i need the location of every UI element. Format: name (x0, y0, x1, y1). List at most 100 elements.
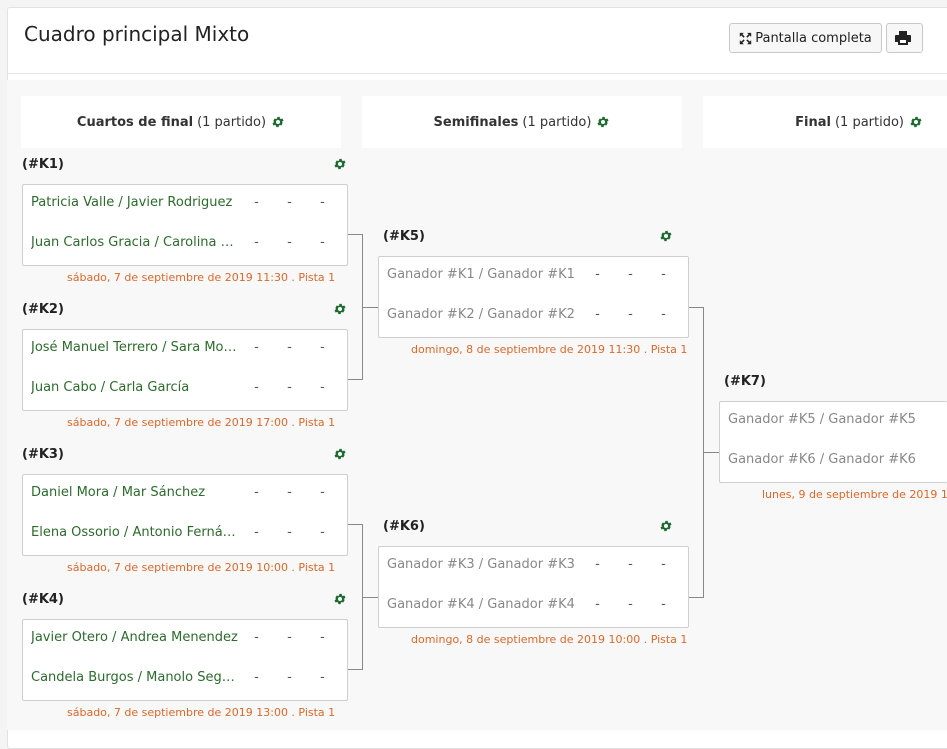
match-date: domingo, 8 de septiembre de 2019 10:00 .… (411, 633, 688, 646)
team-row: Ganador #K1 / Ganador #K1 - - - (387, 264, 680, 284)
match-box-k7[interactable]: Ganador #K5 / Ganador #K5 Ganador #K6 / … (719, 401, 947, 483)
round-header-final: Final (1 partido) (703, 96, 947, 148)
team-names: Ganador #K5 / Ganador #K5 (728, 411, 916, 427)
round-name: Semifinales (433, 114, 519, 130)
set-score: - (320, 339, 325, 355)
gear-icon[interactable] (659, 229, 673, 243)
team-names: Juan Carlos Gracia / Carolina Al... (31, 234, 240, 250)
team-row: Candela Burgos / Manolo Segu... - - - (31, 667, 339, 687)
gear-icon[interactable] (333, 157, 347, 171)
team-names: Patricia Valle / Javier Rodriguez (31, 194, 233, 210)
gear-icon[interactable] (659, 519, 673, 533)
set-score: - (254, 524, 259, 540)
gear-icon[interactable] (333, 447, 347, 461)
team-row: Ganador #K3 / Ganador #K3 - - - (387, 554, 680, 574)
set-score: - (661, 266, 666, 282)
match-box-k4[interactable]: Javier Otero / Andrea Menendez - - - Can… (22, 619, 348, 701)
set-score: - (287, 379, 292, 395)
team-row: Daniel Mora / Mar Sánchez - - - (31, 482, 339, 502)
card-header: Cuadro principal Mixto Pantalla completa (8, 8, 947, 74)
match-box-k6[interactable]: Ganador #K3 / Ganador #K3 - - - Ganador … (378, 546, 689, 628)
gear-icon[interactable] (333, 592, 347, 606)
print-button[interactable] (886, 23, 923, 53)
team-row: Patricia Valle / Javier Rodriguez - - - (31, 192, 339, 212)
match-date: lunes, 9 de septiembre de 2019 10: (762, 488, 947, 501)
match-label: (#K1) (22, 157, 64, 172)
match-date: sábado, 7 de septiembre de 2019 11:30 . … (67, 271, 336, 284)
set-score: - (254, 629, 259, 645)
set-score: - (320, 629, 325, 645)
match-date: sábado, 7 de septiembre de 2019 10:00 . … (67, 561, 336, 574)
team-names: Ganador #K1 / Ganador #K1 (387, 266, 575, 282)
set-score: - (254, 194, 259, 210)
team-names: José Manuel Terrero / Sara More... (31, 339, 240, 355)
team-names: Ganador #K2 / Ganador #K2 (387, 306, 575, 322)
page-title: Cuadro principal Mixto (24, 22, 250, 46)
set-score: - (628, 596, 633, 612)
set-score: - (320, 379, 325, 395)
match-box-k3[interactable]: Daniel Mora / Mar Sánchez - - - Elena Os… (22, 474, 348, 556)
set-score: - (661, 306, 666, 322)
match-label: (#K3) (22, 447, 64, 462)
team-row: José Manuel Terrero / Sara More... - - - (31, 337, 339, 357)
connector-line (703, 452, 719, 453)
fullscreen-button[interactable]: Pantalla completa (729, 23, 882, 53)
round-name: Cuartos de final (76, 114, 194, 130)
team-names: Juan Cabo / Carla García (31, 379, 190, 395)
team-row: Juan Cabo / Carla García - - - (31, 377, 339, 397)
team-names: Elena Ossorio / Antonio Fernán... (31, 524, 240, 540)
match-label: (#K6) (383, 519, 425, 534)
set-score: - (320, 194, 325, 210)
set-score: - (595, 306, 600, 322)
set-score: - (254, 484, 259, 500)
set-score: - (628, 306, 633, 322)
set-score: - (287, 194, 292, 210)
connector-line (347, 669, 363, 670)
set-score: - (287, 484, 292, 500)
match-label: (#K4) (22, 592, 64, 607)
match-date: sábado, 7 de septiembre de 2019 17:00 . … (67, 416, 336, 429)
round-header-semifinals: Semifinales (1 partido) (362, 96, 682, 148)
round-count: (1 partido) (197, 114, 267, 130)
connector-line (688, 597, 704, 598)
match-date: domingo, 8 de septiembre de 2019 11:30 .… (411, 343, 688, 356)
set-score: - (287, 234, 292, 250)
match-date: sábado, 7 de septiembre de 2019 13:00 . … (67, 706, 336, 719)
match-box-k1[interactable]: Patricia Valle / Javier Rodriguez - - - … (22, 184, 348, 266)
gear-icon[interactable] (271, 115, 285, 129)
set-score: - (287, 669, 292, 685)
team-row: Ganador #K4 / Ganador #K4 - - - (387, 594, 680, 614)
set-score: - (595, 266, 600, 282)
fullscreen-label: Pantalla completa (755, 30, 872, 46)
set-score: - (595, 556, 600, 572)
gear-icon[interactable] (596, 115, 610, 129)
team-row: Juan Carlos Gracia / Carolina Al... - - … (31, 232, 339, 252)
connector-line (347, 379, 363, 380)
set-score: - (287, 524, 292, 540)
connector-line (347, 524, 363, 525)
set-score: - (320, 234, 325, 250)
set-score: - (254, 669, 259, 685)
set-score: - (287, 339, 292, 355)
match-label: (#K5) (383, 229, 425, 244)
set-score: - (628, 556, 633, 572)
set-score: - (320, 484, 325, 500)
connector-line (347, 234, 363, 235)
set-score: - (661, 596, 666, 612)
set-score: - (254, 339, 259, 355)
match-box-k2[interactable]: José Manuel Terrero / Sara More... - - -… (22, 329, 348, 411)
match-box-k5[interactable]: Ganador #K1 / Ganador #K1 - - - Ganador … (378, 256, 689, 338)
team-names: Ganador #K6 / Ganador #K6 (728, 451, 916, 467)
match-label: (#K2) (22, 302, 64, 317)
round-name: Final (795, 114, 831, 130)
team-row: Ganador #K6 / Ganador #K6 (728, 449, 939, 469)
team-names: Candela Burgos / Manolo Segu... (31, 669, 240, 685)
gear-icon[interactable] (909, 115, 923, 129)
team-names: Ganador #K4 / Ganador #K4 (387, 596, 575, 612)
match-label: (#K7) (724, 374, 766, 389)
set-score: - (628, 266, 633, 282)
set-score: - (320, 669, 325, 685)
team-row: Elena Ossorio / Antonio Fernán... - - - (31, 522, 339, 542)
team-names: Ganador #K3 / Ganador #K3 (387, 556, 575, 572)
gear-icon[interactable] (333, 302, 347, 316)
